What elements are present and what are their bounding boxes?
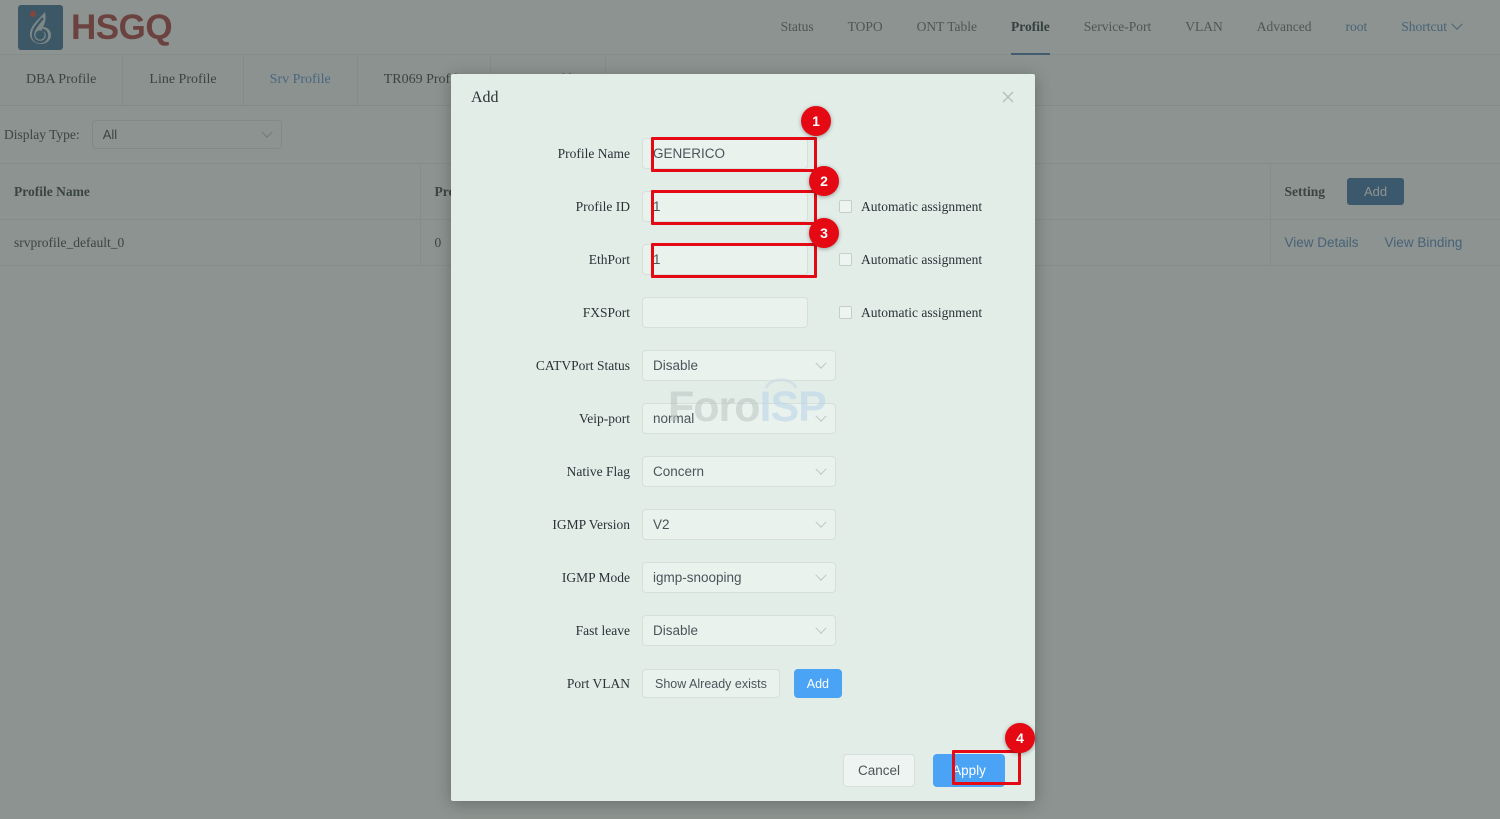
- add-srv-profile-dialog: Add Profile Name Profile ID: [451, 74, 1035, 801]
- field-row-fxs-port: FXSPort Automatic assignment: [451, 286, 1035, 339]
- chevron-down-icon: [815, 569, 827, 581]
- native-flag-label: Native Flag: [566, 463, 630, 479]
- native-flag-value: Concern: [653, 464, 705, 479]
- igmp-mode-label: IGMP Mode: [561, 569, 630, 585]
- fast-leave-value: Disable: [653, 623, 699, 638]
- catv-port-status-select[interactable]: Disable: [642, 350, 836, 381]
- igmp-mode-select[interactable]: igmp-snooping: [642, 562, 836, 593]
- profile-id-control: [642, 191, 808, 222]
- show-already-exists-button[interactable]: Show Already exists: [642, 669, 780, 698]
- profile-name-label: Profile Name: [557, 145, 630, 161]
- field-row-fast-leave: Fast leave Disable: [451, 604, 1035, 657]
- fxs-port-input[interactable]: [642, 297, 808, 328]
- veip-port-label: Veip-port: [579, 410, 630, 426]
- chevron-down-icon: [815, 463, 827, 475]
- chevron-down-icon: [815, 410, 827, 422]
- catv-port-status-label: CATVPort Status: [535, 357, 630, 373]
- profile-id-input[interactable]: [642, 191, 808, 222]
- dialog-header: Add: [451, 74, 1035, 121]
- field-row-igmp-version: IGMP Version V2: [451, 498, 1035, 551]
- fxs-port-label: FXSPort: [582, 304, 630, 320]
- field-row-profile-name: Profile Name: [451, 127, 1035, 180]
- apply-button[interactable]: Apply: [933, 754, 1005, 787]
- chevron-down-icon: [815, 357, 827, 369]
- profile-id-label: Profile ID: [575, 198, 630, 214]
- close-icon[interactable]: [999, 88, 1017, 106]
- screen-root: HSGQ Status TOPO ONT Table Profile Servi…: [0, 0, 1500, 819]
- fxs-port-control: [642, 297, 808, 328]
- eth-port-auto-checkbox[interactable]: [839, 253, 852, 266]
- profile-id-auto-checkbox[interactable]: [839, 200, 852, 213]
- fxs-port-auto-label: Automatic assignment: [861, 304, 983, 320]
- veip-port-value: normal: [653, 411, 695, 426]
- eth-port-input[interactable]: [642, 244, 808, 275]
- cancel-button[interactable]: Cancel: [843, 754, 915, 787]
- field-row-veip-port: Veip-port normal: [451, 392, 1035, 445]
- fxs-port-auto-checkbox[interactable]: [839, 306, 852, 319]
- fxs-port-auto-assign[interactable]: Automatic assignment: [839, 305, 982, 321]
- catv-port-status-value: Disable: [653, 358, 699, 373]
- fast-leave-label: Fast leave: [575, 622, 630, 638]
- chevron-down-icon: [815, 516, 827, 528]
- eth-port-label: EthPort: [588, 251, 630, 267]
- eth-port-auto-assign[interactable]: Automatic assignment: [839, 252, 982, 268]
- igmp-version-value: V2: [653, 517, 670, 532]
- field-row-igmp-mode: IGMP Mode igmp-snooping: [451, 551, 1035, 604]
- dialog-footer: Cancel Apply: [451, 754, 1035, 787]
- dialog-body: Profile Name Profile ID Automatic assign…: [451, 121, 1035, 710]
- native-flag-select[interactable]: Concern: [642, 456, 836, 487]
- eth-port-control: [642, 244, 808, 275]
- field-row-port-vlan: Port VLAN Show Already exists Add: [451, 657, 1035, 710]
- igmp-mode-value: igmp-snooping: [653, 570, 742, 585]
- field-row-profile-id: Profile ID Automatic assignment: [451, 180, 1035, 233]
- dialog-title: Add: [471, 88, 499, 106]
- port-vlan-label: Port VLAN: [566, 675, 630, 691]
- field-row-native-flag: Native Flag Concern: [451, 445, 1035, 498]
- field-row-eth-port: EthPort Automatic assignment: [451, 233, 1035, 286]
- field-row-catv-port-status: CATVPort Status Disable: [451, 339, 1035, 392]
- fast-leave-select[interactable]: Disable: [642, 615, 836, 646]
- profile-name-control: [642, 138, 808, 169]
- veip-port-select[interactable]: normal: [642, 403, 836, 434]
- chevron-down-icon: [815, 622, 827, 634]
- eth-port-auto-label: Automatic assignment: [861, 251, 983, 267]
- profile-id-auto-assign[interactable]: Automatic assignment: [839, 199, 982, 215]
- profile-id-auto-label: Automatic assignment: [861, 198, 983, 214]
- igmp-version-select[interactable]: V2: [642, 509, 836, 540]
- igmp-version-label: IGMP Version: [552, 516, 630, 532]
- profile-name-input[interactable]: [642, 138, 808, 169]
- port-vlan-add-button[interactable]: Add: [793, 669, 842, 698]
